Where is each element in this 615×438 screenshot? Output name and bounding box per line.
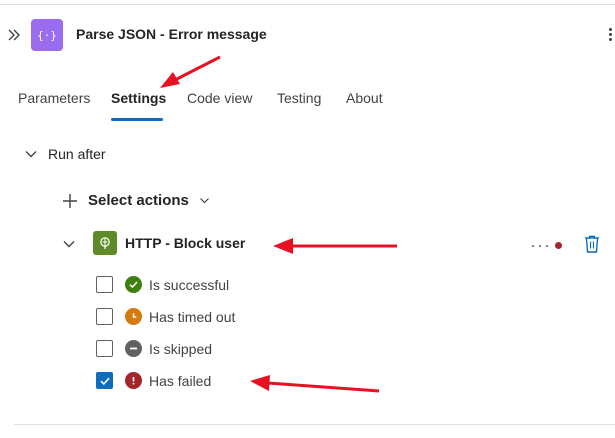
plus-icon xyxy=(63,193,77,208)
expand-panel-icon[interactable] xyxy=(6,26,22,44)
option-is-successful: Is successful xyxy=(96,276,229,293)
clock-icon xyxy=(125,308,142,325)
run-after-action-row: HTTP - Block user xyxy=(62,231,610,257)
more-options-icon[interactable] xyxy=(606,26,614,44)
globe-icon xyxy=(100,237,110,249)
active-tab-indicator xyxy=(111,118,163,121)
collapse-action-toggle[interactable] xyxy=(62,237,76,256)
bottom-divider xyxy=(14,424,615,425)
tab-about[interactable]: About xyxy=(346,90,383,106)
http-action-title: HTTP - Block user xyxy=(125,235,246,251)
svg-text:{·}: {·} xyxy=(38,29,56,42)
annotation-arrow-has-failed xyxy=(250,375,380,393)
has-timed-out-label: Has timed out xyxy=(149,308,236,325)
exclamation-circle-icon xyxy=(125,372,142,389)
annotation-arrows xyxy=(160,55,397,393)
check-circle-icon xyxy=(125,276,142,293)
action-status-indicator xyxy=(532,242,562,249)
chevron-down-icon xyxy=(25,151,37,158)
has-failed-label: Has failed xyxy=(149,372,212,389)
annotation-arrow-settings xyxy=(160,55,221,88)
select-actions-label: Select actions xyxy=(88,192,189,209)
select-actions-button[interactable]: Select actions xyxy=(62,192,210,209)
option-is-skipped: Is skipped xyxy=(96,340,212,357)
tab-code-view[interactable]: Code view xyxy=(187,90,252,106)
top-divider xyxy=(0,4,615,5)
is-skipped-checkbox[interactable] xyxy=(96,340,113,357)
has-timed-out-checkbox[interactable] xyxy=(96,308,113,325)
action-title: Parse JSON - Error message xyxy=(76,26,267,42)
parse-json-action-icon: {·} xyxy=(31,19,63,51)
option-has-failed: Has failed xyxy=(96,372,211,389)
braces-icon: {·} xyxy=(38,29,56,42)
tab-parameters[interactable]: Parameters xyxy=(18,90,90,106)
minus-circle-icon xyxy=(125,340,142,357)
is-successful-label: Is successful xyxy=(149,276,230,293)
option-has-timed-out: Has timed out xyxy=(96,308,235,325)
tab-testing[interactable]: Testing xyxy=(277,90,321,106)
has-failed-checkbox[interactable] xyxy=(96,372,113,389)
chevron-down-icon xyxy=(63,241,75,248)
is-successful-checkbox[interactable] xyxy=(96,276,113,293)
tab-settings[interactable]: Settings xyxy=(111,90,166,106)
run-after-toggle[interactable]: Run after xyxy=(24,146,106,162)
is-skipped-label: Is skipped xyxy=(149,340,213,357)
checkmark-icon xyxy=(99,377,110,385)
run-after-label: Run after xyxy=(48,146,106,162)
http-action-icon xyxy=(93,231,117,255)
delete-icon[interactable] xyxy=(583,234,601,254)
chevron-down-icon xyxy=(199,198,209,204)
